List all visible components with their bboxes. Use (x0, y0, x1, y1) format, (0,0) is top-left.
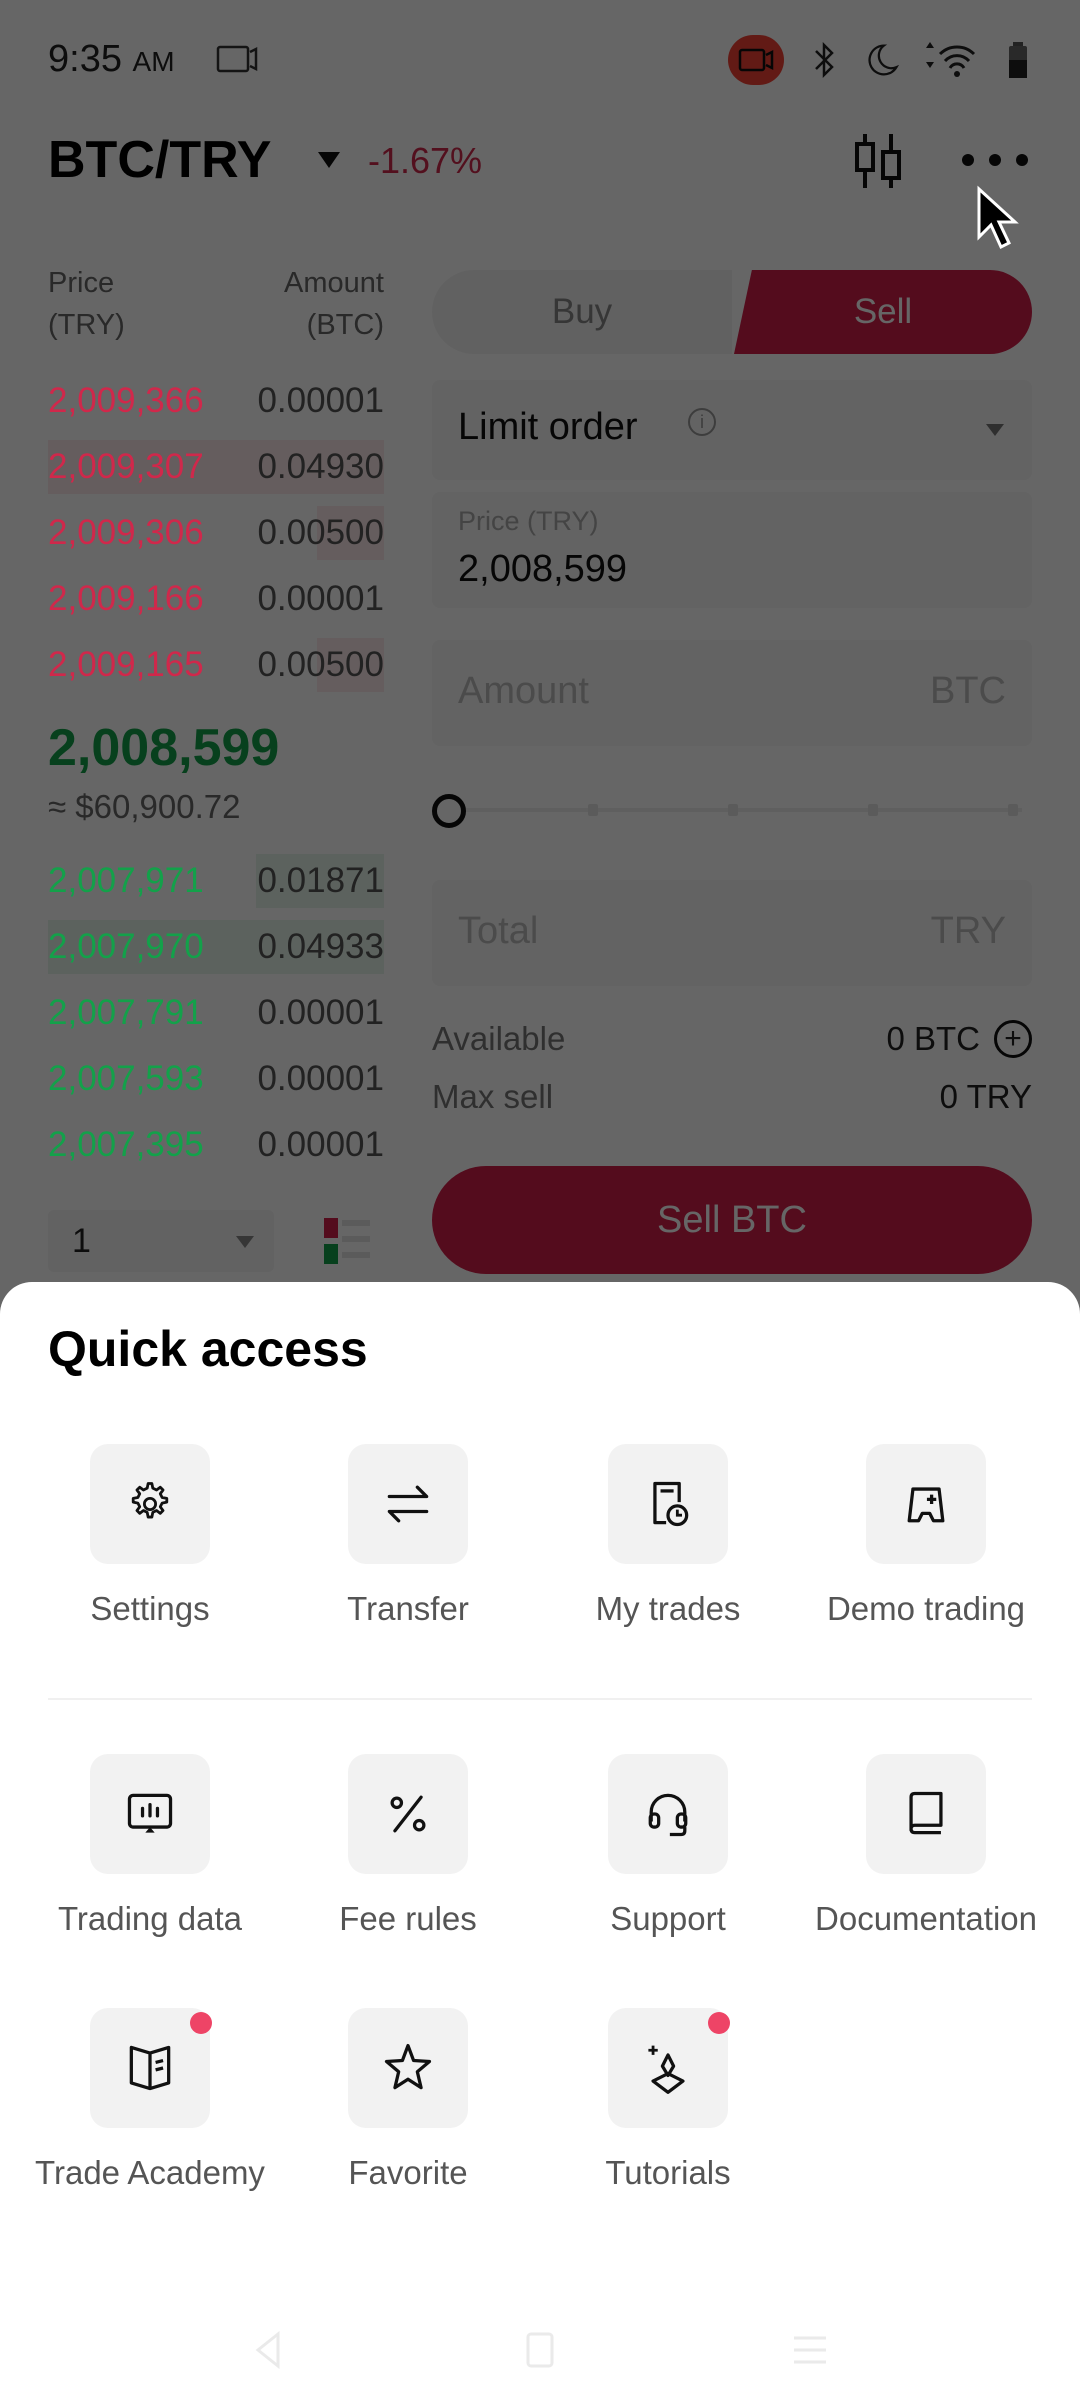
home-icon[interactable] (520, 2330, 560, 2370)
quick-access-trade-academy[interactable]: Trade Academy (20, 2008, 280, 2192)
quick-access-label: Support (610, 1900, 726, 1937)
star-icon (384, 2043, 432, 2090)
quick-access-label: Fee rules (339, 1900, 477, 1937)
quick-access-demo-trading[interactable]: Demo trading (796, 1444, 1056, 1628)
open-book-icon (129, 2045, 171, 2091)
quick-access-label: Documentation (815, 1900, 1037, 1937)
quick-access-label: Trade Academy (35, 2154, 265, 2191)
order-amount: 0.00500 (257, 513, 384, 552)
order-price: 2,007,791 (48, 993, 204, 1032)
order-amount: 0.00500 (257, 645, 384, 684)
order-amount: 0.04933 (257, 927, 384, 966)
order-amount: 0.00001 (257, 381, 384, 420)
quick-access-support[interactable]: Support (538, 1754, 798, 1938)
order-price: 2,009,166 (48, 579, 204, 618)
order-amount: 0.00001 (257, 1125, 384, 1164)
quick-access-tile[interactable] (348, 1754, 468, 1874)
divider (48, 1698, 1032, 1700)
quick-access-settings[interactable]: Settings (20, 1444, 280, 1628)
quick-access-tile[interactable] (90, 2008, 212, 2128)
quick-access-tile[interactable] (866, 1444, 986, 1564)
order-amount: 0.01871 (257, 861, 384, 900)
quick-access-tile[interactable] (90, 1444, 210, 1564)
sheet-title: Quick access (48, 1321, 368, 1377)
quick-access-tile[interactable] (90, 1754, 210, 1874)
headset-icon (648, 1793, 688, 1837)
quick-access-label: Demo trading (826, 1590, 1026, 1627)
quick-access-trading-data[interactable]: Trading data (20, 1754, 280, 1938)
order-amount: 0.00001 (257, 993, 384, 1032)
order-price: 2,009,307 (48, 447, 204, 486)
sparkle-diamond-icon (648, 2045, 685, 2094)
quick-access-tile[interactable] (608, 1754, 728, 1874)
quick-access-tile[interactable] (866, 1754, 986, 1874)
quick-access-tile[interactable] (608, 2008, 730, 2128)
book-icon (909, 1791, 943, 1835)
quick-access-label: Tutorials (605, 2154, 731, 2191)
order-price: 2,007,395 (48, 1125, 204, 1164)
order-price: 2,009,366 (48, 381, 204, 420)
quick-access-tile[interactable] (348, 1444, 468, 1564)
trade-history-icon (653, 1481, 689, 1527)
percent-icon (390, 1795, 426, 1833)
order-price: 2,007,970 (48, 927, 204, 966)
notification-badge (708, 2012, 730, 2034)
quick-access-documentation[interactable]: Documentation (796, 1754, 1056, 1938)
quick-access-label: Settings (90, 1590, 210, 1627)
notification-badge (190, 2012, 212, 2034)
mouse-cursor-icon (977, 185, 1019, 250)
demo-trading-icon (907, 1487, 945, 1523)
order-amount: 0.00001 (257, 1059, 384, 1098)
quick-access-tile[interactable] (608, 1444, 728, 1564)
system-nav-bar (0, 2290, 1080, 2400)
quick-access-sheet: Quick access Settings Transfer My trades De… (0, 1282, 1080, 2400)
quick-access-label: Favorite (348, 2154, 468, 2191)
quick-access-tutorials[interactable]: Tutorials (538, 2008, 798, 2192)
quick-access-tile[interactable] (348, 2008, 468, 2128)
order-amount: 0.04930 (257, 447, 384, 486)
transfer-arrows-icon (387, 1485, 429, 1523)
quick-access-label: Trading data (57, 1900, 243, 1937)
back-icon[interactable] (250, 2330, 290, 2370)
order-price: 2,009,165 (48, 645, 204, 684)
order-price: 2,007,593 (48, 1059, 204, 1098)
quick-access-label: My trades (595, 1590, 741, 1627)
quick-access-label: Transfer (347, 1590, 469, 1627)
order-amount: 0.00001 (257, 579, 384, 618)
quick-access-favorite[interactable]: Favorite (278, 2008, 538, 2192)
quick-access-fee-rules[interactable]: Fee rules (278, 1754, 538, 1938)
gear-icon (131, 1482, 169, 1519)
trading-data-icon (127, 1793, 173, 1833)
order-price: 2,009,306 (48, 513, 204, 552)
recents-icon[interactable] (790, 2330, 830, 2370)
quick-access-transfer[interactable]: Transfer (278, 1444, 538, 1628)
quick-access-my-trades[interactable]: My trades (538, 1444, 798, 1628)
order-price: 2,007,971 (48, 861, 204, 900)
